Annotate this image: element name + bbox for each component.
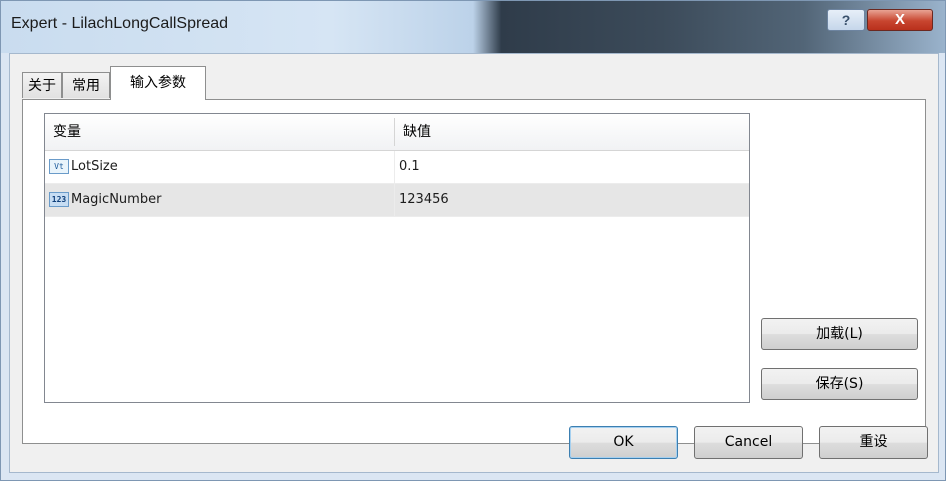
reset-button[interactable]: 重设 — [819, 426, 928, 459]
window-title: Expert - LilachLongCallSpread — [11, 15, 229, 32]
dialog-body: 关于 常用 输入参数 变量 缺值 Vt LotSize 0.1 123 Magi… — [9, 53, 939, 473]
vt-type-icon: Vt — [49, 159, 69, 174]
parameters-table[interactable]: 变量 缺值 Vt LotSize 0.1 123 MagicNumber 123… — [44, 113, 750, 403]
help-button[interactable]: ? — [827, 9, 865, 31]
cancel-button[interactable]: Cancel — [694, 426, 803, 459]
title-bar[interactable]: Expert - LilachLongCallSpread ? X — [1, 1, 945, 53]
parameter-name-cell: 123 MagicNumber — [49, 184, 161, 216]
expert-dialog: Expert - LilachLongCallSpread ? X 关于 常用 … — [0, 0, 946, 481]
tab-about[interactable]: 关于 — [22, 72, 62, 98]
parameter-name: LotSize — [71, 159, 118, 174]
ok-button[interactable]: OK — [569, 426, 678, 459]
cell-divider — [394, 184, 395, 216]
parameter-name: MagicNumber — [71, 192, 162, 207]
parameter-name-cell: Vt LotSize — [49, 151, 118, 183]
parameter-value[interactable]: 123456 — [399, 184, 449, 216]
parameter-value[interactable]: 0.1 — [399, 151, 420, 183]
column-header-value[interactable]: 缺值 — [395, 114, 749, 150]
tab-common[interactable]: 常用 — [62, 72, 110, 98]
column-header-variable[interactable]: 变量 — [45, 114, 394, 150]
close-button[interactable]: X — [867, 9, 933, 31]
integer-type-icon: 123 — [49, 192, 69, 207]
tab-input-parameters[interactable]: 输入参数 — [110, 66, 206, 100]
cell-divider — [394, 151, 395, 183]
table-header: 变量 缺值 — [45, 114, 749, 151]
input-parameters-panel: 变量 缺值 Vt LotSize 0.1 123 MagicNumber 123… — [22, 99, 926, 444]
save-button[interactable]: 保存(S) — [761, 368, 918, 400]
load-button[interactable]: 加载(L) — [761, 318, 918, 350]
table-row[interactable]: 123 MagicNumber 123456 — [45, 184, 749, 217]
table-row[interactable]: Vt LotSize 0.1 — [45, 151, 749, 184]
